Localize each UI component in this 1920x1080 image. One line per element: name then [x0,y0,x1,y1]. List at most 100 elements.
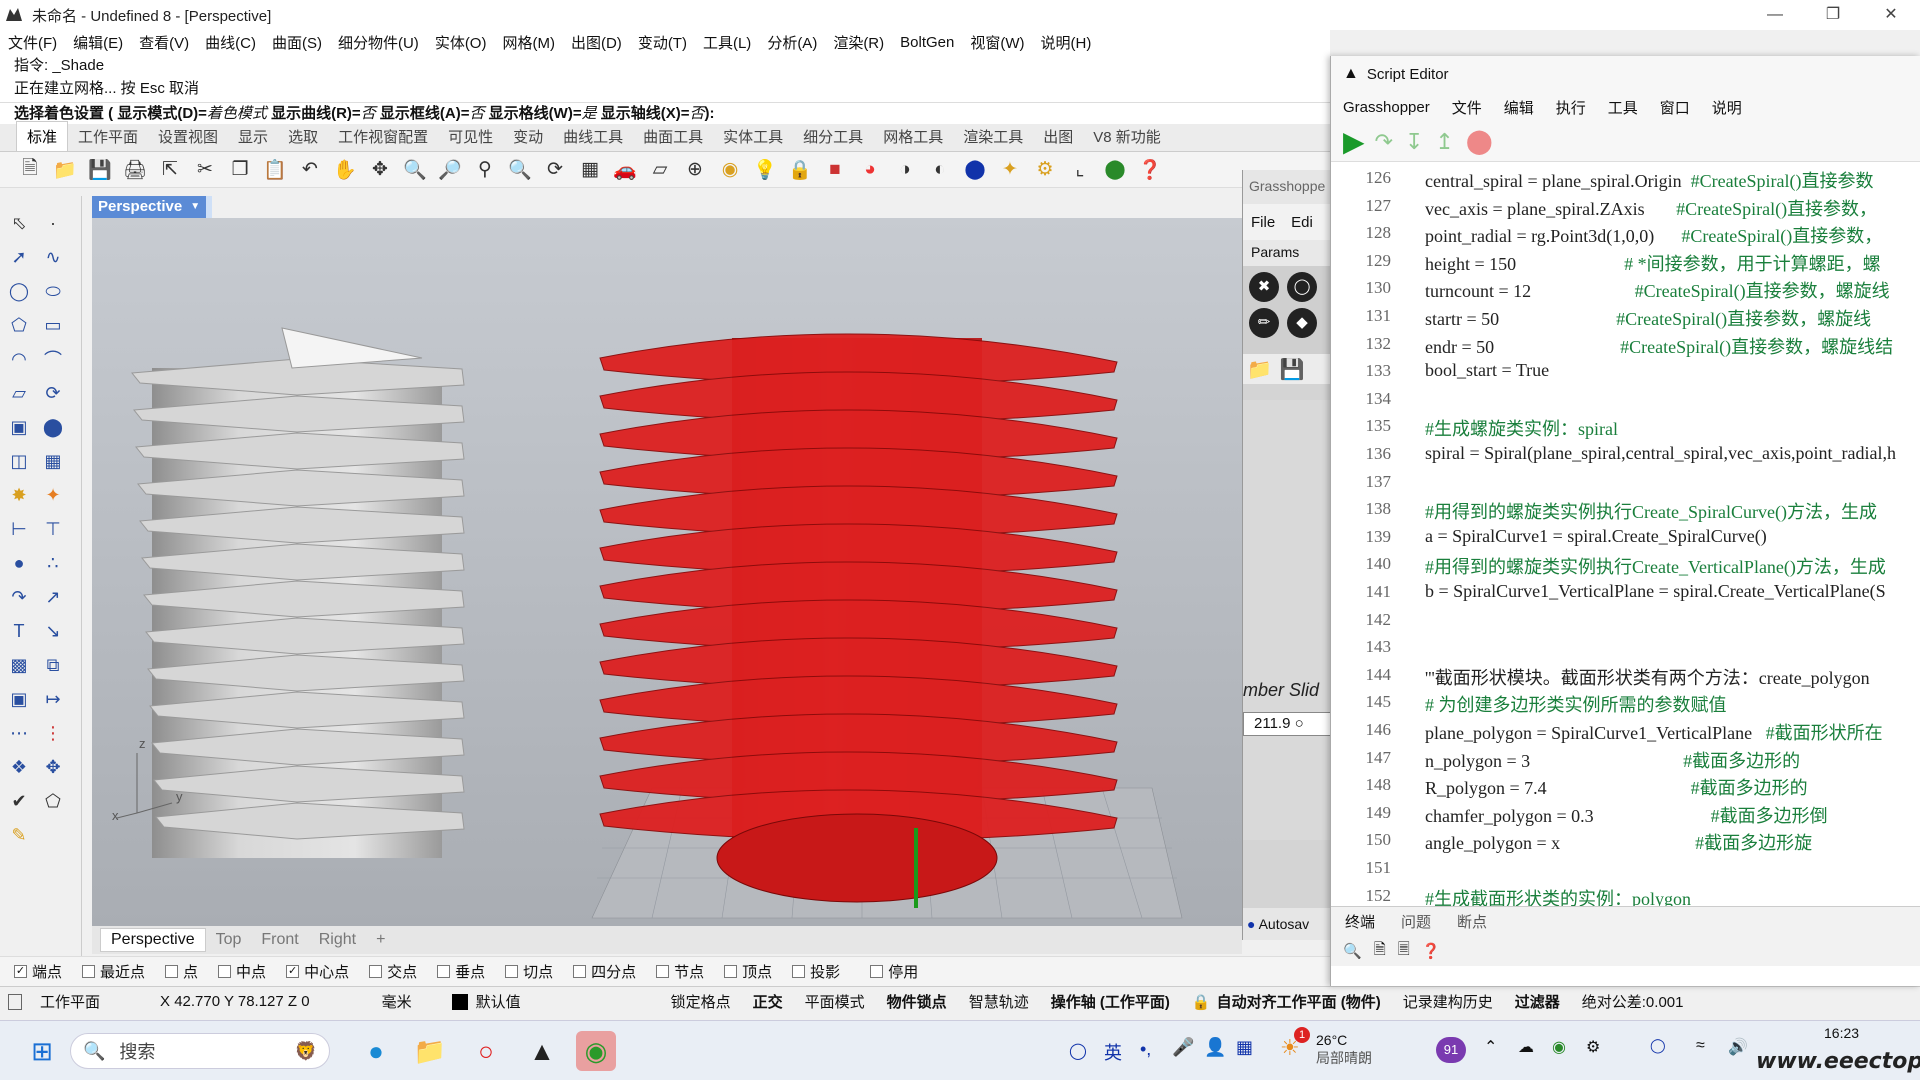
gh-param-icon[interactable]: ✏ [1249,308,1279,338]
menu-transform[interactable]: 变动(T) [638,32,687,53]
code-editor[interactable]: 126 central_spiral = plane_spiral.Origin … [1331,164,1920,966]
code-line[interactable]: R_polygon = 7.4 #截面多边形的 [1425,774,1808,800]
osnap-3[interactable]: 中点 [218,961,266,982]
osnap-checkbox[interactable] [82,965,96,978]
osnap-6[interactable]: 垂点 [437,961,485,982]
prompt-option[interactable]: 显示曲线(R)= [267,105,361,122]
tab-visibility[interactable]: 可见性 [438,122,503,151]
zoom-icon[interactable]: 🔍 [401,156,429,184]
viewport-tab-right[interactable]: Right [309,929,366,951]
menu-edit[interactable]: 编辑(E) [73,32,123,53]
viewport-tab-top[interactable]: Top [206,929,252,951]
scale-icon[interactable]: ⧉ [40,652,66,678]
code-line[interactable]: angle_polygon = x #截面多边形旋 [1425,829,1812,855]
circle-icon[interactable]: ◯ [6,278,32,304]
volume-icon[interactable]: 🔊 [1728,1037,1748,1057]
osnap-2[interactable]: 点 [165,961,198,982]
osnap-0[interactable]: ✓ 端点 [14,961,62,982]
select-arrow-icon[interactable]: ⬁ [6,210,32,236]
gh-menu-edit[interactable]: Edi [1291,214,1313,231]
code-line[interactable]: plane_polygon = SpiralCurve1_VerticalPla… [1425,719,1883,745]
viewport-title[interactable]: Perspective ▼ [92,196,207,218]
layer-icon[interactable]: ■ [821,156,849,184]
gh-param-icon[interactable]: ◆ [1287,308,1317,338]
tab-curve-tools[interactable]: 曲线工具 [553,122,633,151]
save-icon[interactable]: 💾 [86,156,114,184]
code-line[interactable]: #用得到的螺旋类实例执行Create_VerticalPlane()方法，生成 [1425,553,1886,579]
wifi-icon[interactable]: ≈ [1696,1037,1705,1055]
code-line[interactable]: #生成螺旋类实例：spiral [1425,415,1618,441]
car-icon[interactable]: 🚗 [611,156,639,184]
point-tool-icon[interactable]: · [40,210,66,236]
ime-punct-icon[interactable]: •, [1140,1039,1151,1060]
tab-drafting[interactable]: 出图 [1033,122,1083,151]
gh-menu-file[interactable]: File [1251,214,1275,231]
rendered-icon[interactable]: ◐ [926,156,954,184]
badge-91[interactable]: 91 [1436,1037,1466,1063]
chevron-down-icon[interactable]: ▼ [190,196,200,218]
opera-browser-icon[interactable]: ○ [466,1031,506,1071]
se-menu-file[interactable]: 文件 [1452,97,1482,118]
align-icon[interactable]: ⋮ [40,720,66,746]
cplane-icon[interactable]: ▱ [646,156,674,184]
help-icon[interactable]: ❓ [1136,156,1164,184]
menu-tools[interactable]: 工具(L) [703,32,751,53]
lock-icon[interactable]: 🔒 [786,156,814,184]
tab-terminal[interactable]: 终端 [1345,911,1375,932]
ifly-tray-icon[interactable]: ◯ [1650,1037,1666,1054]
group-icon[interactable]: ● [6,550,32,576]
viewport-tab-perspective[interactable]: Perspective [100,928,206,952]
osnap-checkbox[interactable] [218,965,232,978]
status-smarttrack[interactable]: 智慧轨迹 [969,991,1029,1012]
panel-toggle-icon[interactable] [8,993,22,1010]
code-line[interactable]: a = SpiralCurve1 = spiral.Create_SpiralC… [1425,526,1767,547]
cylinder-icon[interactable]: ◫ [6,448,32,474]
se-menu-edit[interactable]: 编辑 [1504,97,1534,118]
code-line[interactable]: point_radial = rg.Point3d(1,0,0) #Create… [1425,222,1882,248]
tab-v8-new[interactable]: V8 新功能 [1083,122,1171,151]
number-slider[interactable]: 211.9 ○ [1243,712,1332,736]
paste-icon[interactable]: 📋 [261,156,289,184]
osnap-checkbox[interactable] [369,965,383,978]
gh-tab-params[interactable]: Params [1243,240,1332,266]
tab-cplanes[interactable]: 工作平面 [68,122,148,151]
prompt-option[interactable]: D)= [182,105,207,122]
settings-icon[interactable]: ⚙ [1586,1037,1600,1057]
sphere-icon[interactable]: ⬤ [40,414,66,440]
code-line[interactable]: '''截面形状模块。截面形状类有两个方法：create_polygon [1425,664,1870,690]
tab-viewport-layout[interactable]: 工作视窗配置 [328,122,438,151]
minimize-icon[interactable]: — [1746,0,1804,30]
tab-breakpoints[interactable]: 断点 [1457,911,1487,932]
menu-surface[interactable]: 曲面(S) [272,32,322,53]
match-properties-icon[interactable]: ✦ [996,156,1024,184]
status-filter[interactable]: 过滤器 [1515,991,1560,1012]
osnap-checkbox[interactable] [656,965,670,978]
rotate-view-icon[interactable]: ✥ [366,156,394,184]
code-line[interactable]: # 为创建多边形类实例所需的参数赋值 [1425,691,1727,717]
osnap-5[interactable]: 交点 [369,961,417,982]
revolve-icon[interactable]: ⟳ [40,380,66,406]
status-cplane[interactable]: 工作平面 [40,991,100,1012]
code-line[interactable]: central_spiral = plane_spiral.Origin #Cr… [1425,167,1874,193]
code-line[interactable]: startr = 50 #CreateSpiral()直接参数，螺旋线 [1425,305,1871,331]
status-autocplane[interactable]: 自动对齐工作平面 (物件) [1217,991,1381,1012]
chevron-up-icon[interactable]: ⌃ [1484,1037,1497,1057]
copy-icon[interactable]: ❐ [226,156,254,184]
status-gumball[interactable]: 操作轴 (工作平面) [1051,991,1170,1012]
se-menu-window[interactable]: 窗口 [1660,97,1690,118]
menu-boltgen[interactable]: BoltGen [900,34,954,51]
osnap-9[interactable]: 节点 [656,961,704,982]
file-explorer-icon[interactable]: 📁 [410,1031,450,1071]
osnap-icon[interactable]: ⊕ [681,156,709,184]
network-app-icon[interactable]: ◉ [1552,1037,1566,1057]
osnap-checkbox[interactable] [724,965,738,978]
ungroup-icon[interactable]: ∴ [40,550,66,576]
code-line[interactable]: spiral = Spiral(plane_spiral,central_spi… [1425,443,1896,464]
ellipse-icon[interactable]: ⬭ [40,278,66,304]
code-line[interactable]: height = 150 # *间接参数，用于计算螺距，螺 [1425,250,1881,276]
code-line[interactable]: chamfer_polygon = 0.3 #截面多边形倒 [1425,802,1828,828]
osnap-11[interactable]: 投影 [792,961,840,982]
open-folder-icon[interactable]: 📁 [51,156,79,184]
osnap-12[interactable]: 停用 [870,961,918,982]
arc-icon[interactable]: ◠ [6,346,32,372]
